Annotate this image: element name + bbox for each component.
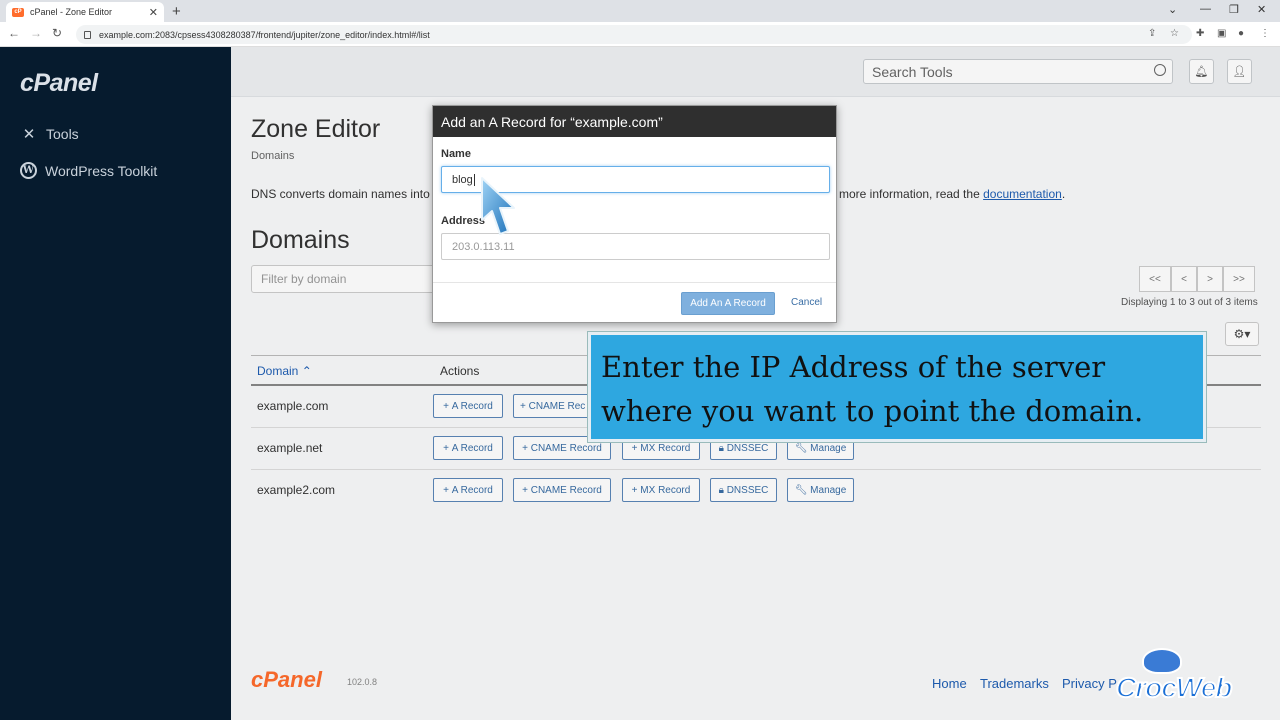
watermark-text: CrocWeb <box>1115 671 1233 704</box>
name-label: Name <box>441 148 471 160</box>
wordpress-icon: W <box>20 162 37 179</box>
share-icon[interactable]: ⇪ <box>1148 28 1156 39</box>
profile-icon[interactable]: ● <box>1238 28 1244 39</box>
restore-icon[interactable]: ❐ <box>1229 3 1239 16</box>
sidebar-item-wordpress-toolkit[interactable]: W WordPress Toolkit <box>20 162 157 179</box>
tab-title: cPanel - Zone Editor <box>30 7 113 17</box>
menu-icon[interactable]: ⋮ <box>1260 28 1270 39</box>
instruction-text: Enter the IP Address of the server where… <box>601 350 1144 428</box>
crocweb-watermark: CrocWeb <box>1112 648 1252 714</box>
mouse-pointer-icon <box>481 177 515 235</box>
text-caret <box>473 173 475 186</box>
cpanel-sidebar: cPanel ✕ Tools W WordPress Toolkit <box>0 47 231 720</box>
bookmark-star-icon[interactable]: ☆ <box>1170 28 1179 39</box>
browser-tab-bar: cP cPanel - Zone Editor ✕ + ⌄ — ❐ ✕ <box>0 0 1280 22</box>
name-value: blog <box>452 173 473 186</box>
window-close-icon[interactable]: ✕ <box>1257 3 1266 16</box>
back-icon[interactable]: ← <box>8 26 20 40</box>
lock-icon <box>84 30 91 39</box>
cpanel-logo[interactable]: cPanel <box>20 69 98 98</box>
url-text: example.com:2083/cpsess4308280387/fronte… <box>99 29 430 40</box>
cancel-button[interactable]: Cancel <box>791 297 822 308</box>
forward-icon[interactable]: → <box>30 26 42 40</box>
sidebar-item-label: WordPress Toolkit <box>45 162 158 179</box>
address-bar[interactable]: example.com:2083/cpsess4308280387/fronte… <box>76 25 1192 44</box>
chevron-down-icon[interactable]: ⌄ <box>1168 3 1177 16</box>
dialog-title: Add an A Record for “example.com” <box>433 106 836 137</box>
dialog-divider <box>433 282 836 283</box>
minimize-icon[interactable]: — <box>1200 3 1211 15</box>
add-a-record-submit-button[interactable]: Add An A Record <box>681 292 775 315</box>
cpanel-favicon-icon: cP <box>12 7 24 17</box>
browser-toolbar: ← → ↻ example.com:2083/cpsess4308280387/… <box>0 22 1280 47</box>
instruction-banner: Enter the IP Address of the server where… <box>588 332 1206 442</box>
sidebar-item-label: Tools <box>46 126 79 142</box>
reload-icon[interactable]: ↻ <box>52 26 62 40</box>
close-tab-icon[interactable]: ✕ <box>149 6 158 19</box>
browser-tab[interactable]: cP cPanel - Zone Editor ✕ <box>6 2 164 22</box>
extensions-icon[interactable]: ✚ <box>1196 28 1204 39</box>
sidepanel-icon[interactable]: ▣ <box>1217 28 1226 39</box>
sidebar-item-tools[interactable]: ✕ Tools <box>20 125 79 143</box>
crocodile-mascot-icon <box>1142 648 1182 674</box>
new-tab-icon[interactable]: + <box>172 3 181 20</box>
address-placeholder: 203.0.113.11 <box>452 240 515 253</box>
tools-icon: ✕ <box>22 126 36 143</box>
